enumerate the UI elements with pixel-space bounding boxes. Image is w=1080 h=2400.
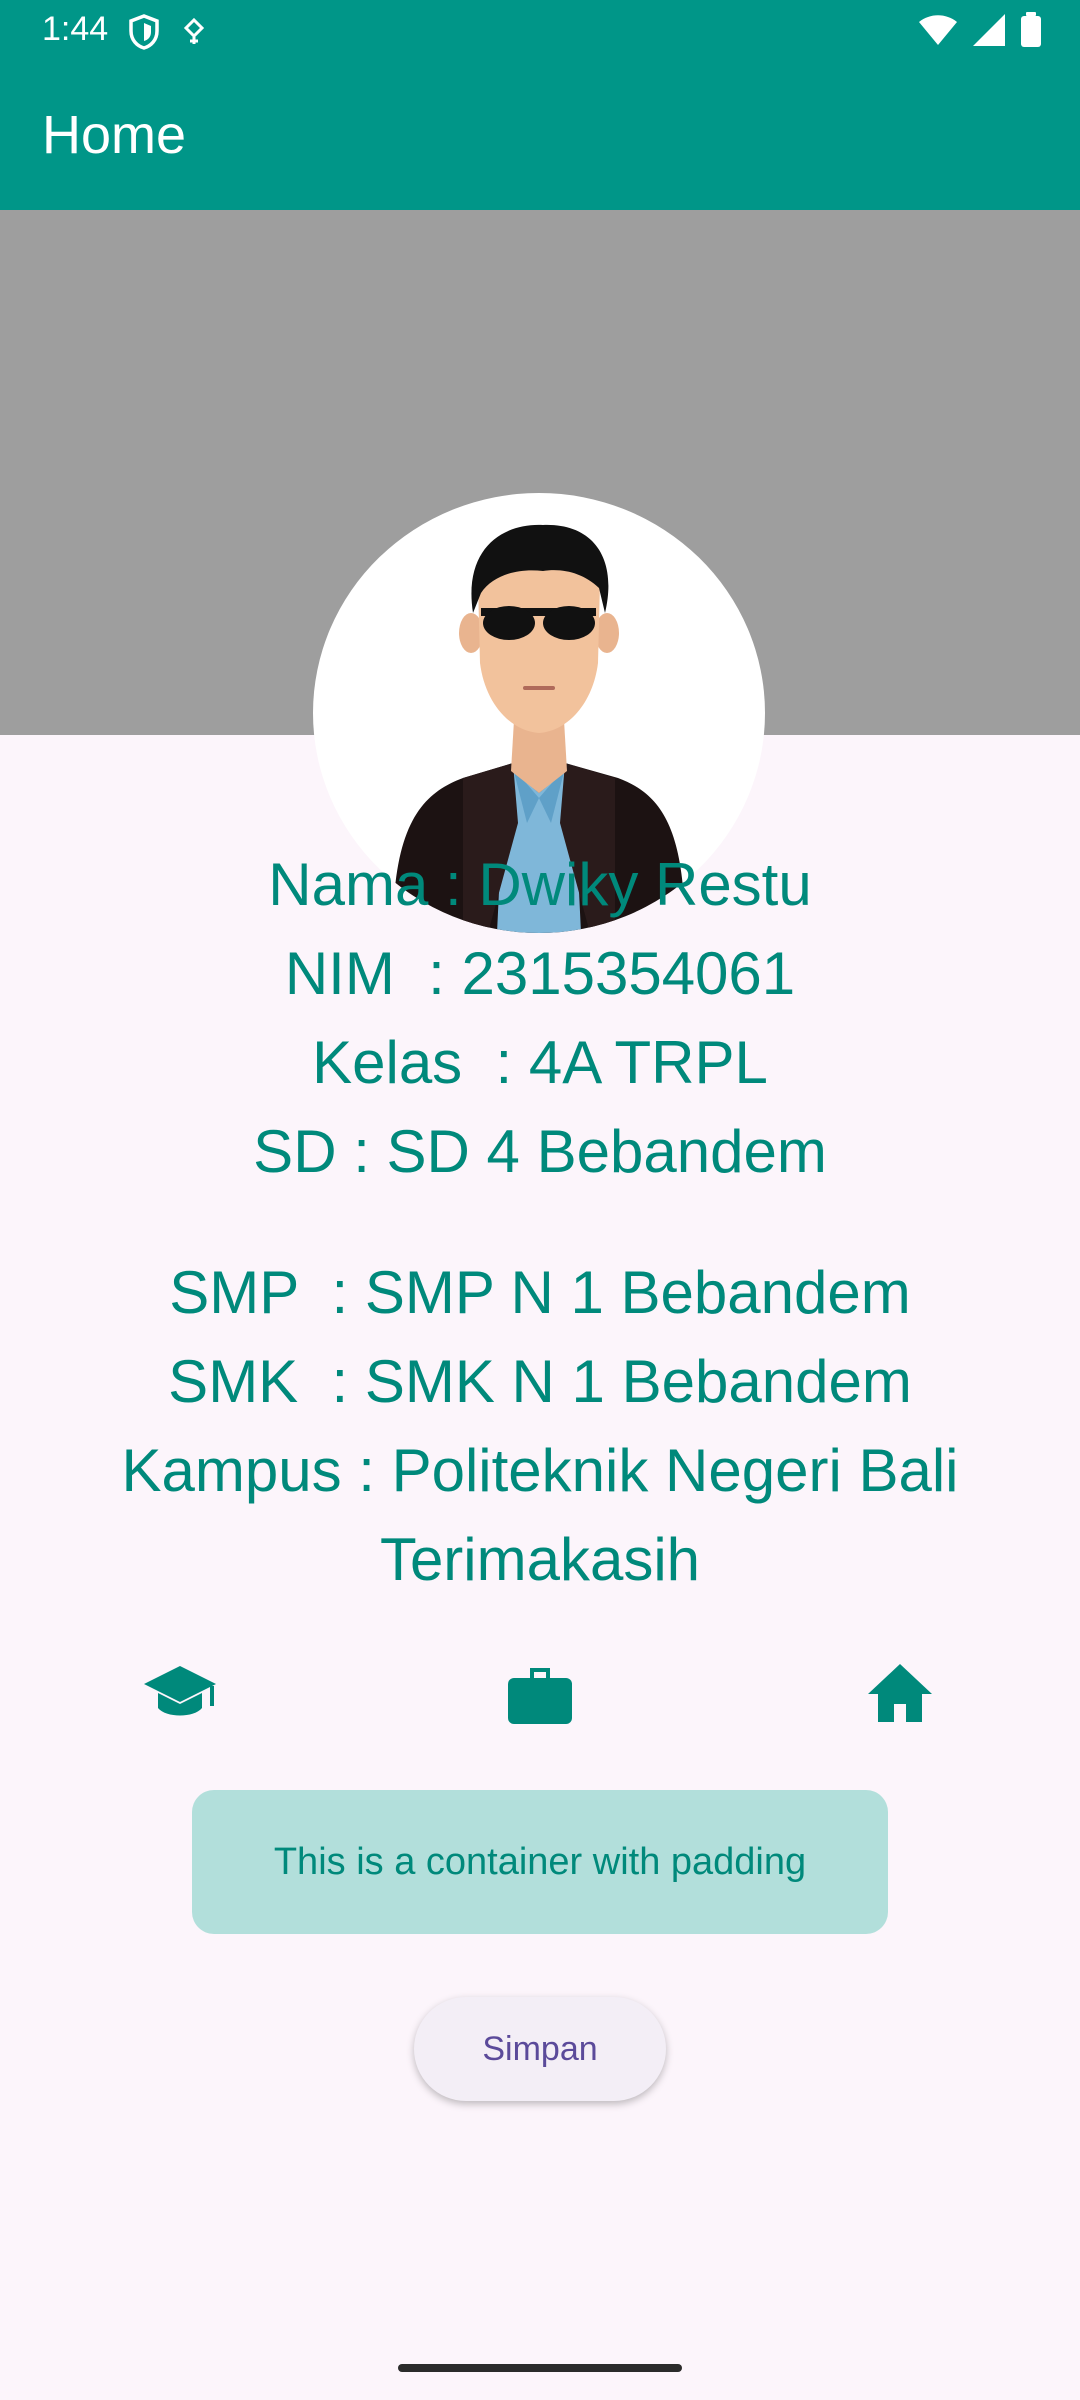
shield-icon — [128, 14, 160, 55]
icon-row — [0, 1660, 1080, 1740]
wifi-icon — [918, 13, 958, 52]
home-indicator[interactable] — [398, 2364, 682, 2372]
signal-icon — [972, 13, 1006, 52]
save-button[interactable]: Simpan — [414, 1997, 666, 2101]
data-saver-icon — [182, 17, 206, 52]
save-button-label: Simpan — [482, 2029, 598, 2068]
page-title: Home — [42, 105, 187, 165]
profile-info: Nama : Dwiky Restu NIM : 2315354061 Kela… — [0, 840, 1080, 1604]
nim-text: NIM : 2315354061 — [284, 940, 796, 1007]
padded-container: This is a container with padding — [192, 1790, 888, 1934]
elementary-school-text: SD : SD 4 Bebandem — [253, 1118, 827, 1185]
battery-icon — [1020, 12, 1042, 53]
briefcase-icon — [506, 1660, 574, 1733]
class-text: Kelas : 4A TRPL — [312, 1029, 768, 1096]
thanks-text: Terimakasih — [379, 1526, 701, 1593]
vocational-school-text: SMK : SMK N 1 Bebandem — [168, 1348, 912, 1415]
junior-high-school-text: SMP : SMP N 1 Bebandem — [169, 1259, 911, 1326]
campus-text: Kampus : Politeknik Negeri Bali — [121, 1437, 959, 1504]
home-icon — [866, 1660, 934, 1731]
name-text: Nama : Dwiky Restu — [268, 851, 812, 918]
status-bar: 1:44 — [0, 0, 1080, 62]
status-time: 1:44 — [42, 10, 109, 48]
app-bar: Home — [0, 62, 1080, 210]
graduation-cap-icon — [142, 1660, 218, 1731]
container-text: This is a container with padding — [273, 1840, 807, 1883]
